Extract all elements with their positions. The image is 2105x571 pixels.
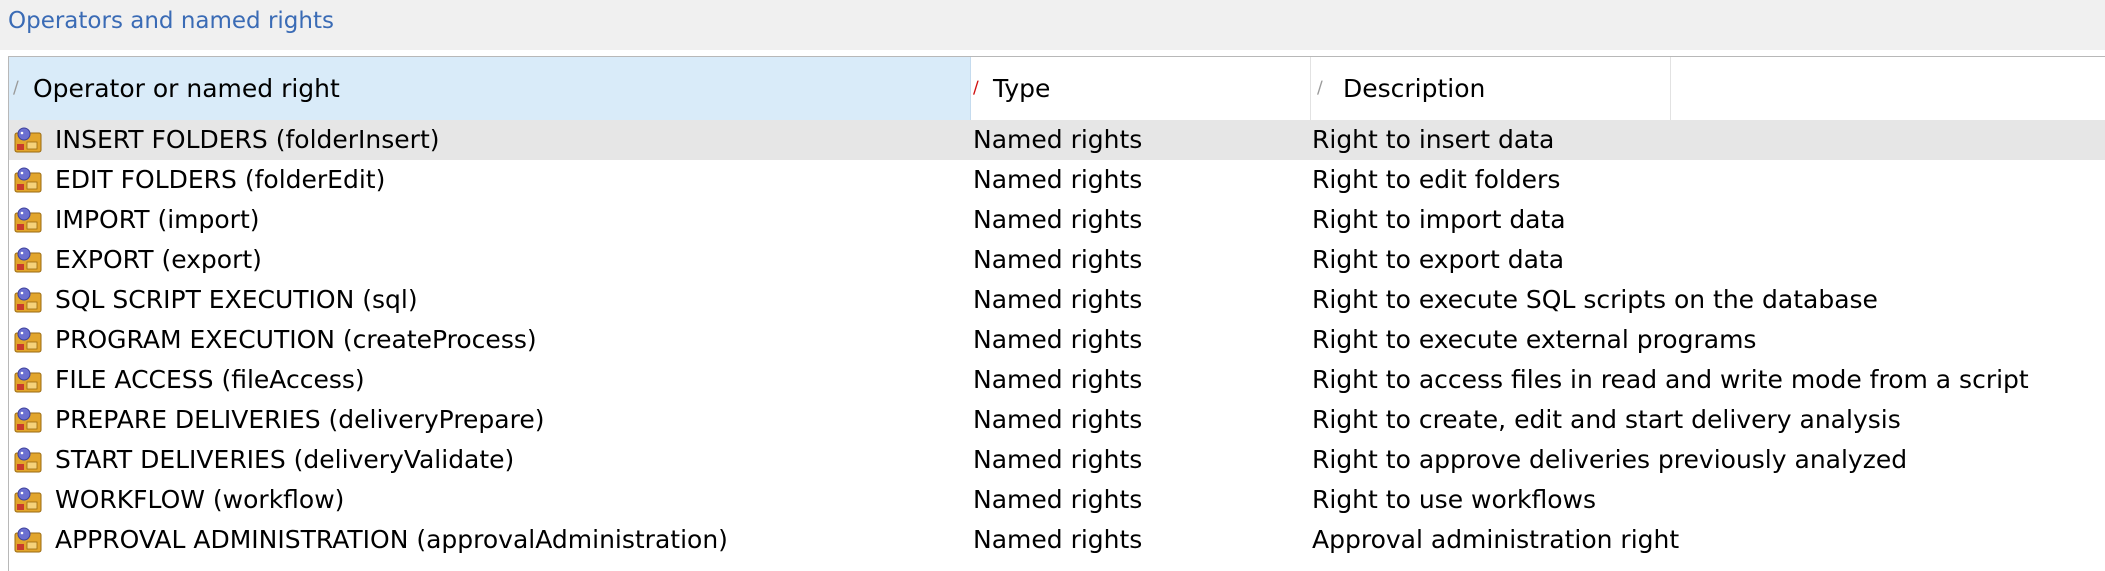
column-header-label: Operator or named right — [33, 74, 340, 103]
column-header-operator[interactable]: ∕ Operator or named right — [9, 57, 971, 120]
row-type: Named rights — [973, 445, 1143, 474]
row-description: Right to approve deliveries previously a… — [1312, 445, 1908, 474]
row-description: Right to create, edit and start delivery… — [1312, 405, 1901, 434]
named-right-icon — [14, 287, 42, 313]
row-type: Named rights — [973, 405, 1143, 434]
table-row[interactable]: WORKFLOW (workflow) Named rights Right t… — [9, 480, 2105, 520]
named-right-icon — [14, 247, 42, 273]
column-header-label: Description — [1343, 74, 1486, 103]
named-right-icon — [14, 327, 42, 353]
row-name: PROGRAM EXECUTION (createProcess) — [55, 325, 537, 354]
row-description: Right to access files in read and write … — [1312, 365, 2029, 394]
named-right-icon — [14, 447, 42, 473]
named-right-icon — [14, 207, 42, 233]
row-name: PREPARE DELIVERIES (deliveryPrepare) — [55, 405, 545, 434]
row-type: Named rights — [973, 125, 1143, 154]
table-row[interactable]: IMPORT (import) Named rights Right to im… — [9, 200, 2105, 240]
row-name: EDIT FOLDERS (folderEdit) — [55, 165, 386, 194]
row-name: FILE ACCESS (fileAccess) — [55, 365, 365, 394]
row-description: Right to execute SQL scripts on the data… — [1312, 285, 1878, 314]
panel-title: Operators and named rights — [8, 8, 334, 34]
table-row[interactable]: EDIT FOLDERS (folderEdit) Named rights R… — [9, 160, 2105, 200]
row-name: APPROVAL ADMINISTRATION (approvalAdminis… — [55, 525, 728, 554]
sort-indicator-icon: ∕ — [1317, 78, 1323, 98]
row-type: Named rights — [973, 365, 1143, 394]
rights-grid[interactable]: ∕ Operator or named right ∕ Type ∕ Descr… — [8, 56, 2105, 571]
table-row[interactable]: START DELIVERIES (deliveryValidate) Name… — [9, 440, 2105, 480]
table-row[interactable]: APPROVAL ADMINISTRATION (approvalAdminis… — [9, 520, 2105, 560]
table-row[interactable]: PROGRAM EXECUTION (createProcess) Named … — [9, 320, 2105, 360]
table-row[interactable]: INSERT FOLDERS (folderInsert) Named righ… — [9, 120, 2105, 160]
row-name: IMPORT (import) — [55, 205, 260, 234]
table-row[interactable]: FILE ACCESS (fileAccess) Named rights Ri… — [9, 360, 2105, 400]
row-description: Right to insert data — [1312, 125, 1555, 154]
row-description: Right to edit folders — [1312, 165, 1561, 194]
named-right-icon — [14, 407, 42, 433]
row-name: EXPORT (export) — [55, 245, 262, 274]
row-description: Right to import data — [1312, 205, 1566, 234]
table-row[interactable]: PREPARE DELIVERIES (deliveryPrepare) Nam… — [9, 400, 2105, 440]
row-name: INSERT FOLDERS (folderInsert) — [55, 125, 440, 154]
row-description: Approval administration right — [1312, 525, 1680, 554]
named-right-icon — [14, 127, 42, 153]
row-type: Named rights — [973, 485, 1143, 514]
row-description: Right to export data — [1312, 245, 1565, 274]
sort-indicator-icon: ∕ — [13, 78, 19, 98]
named-right-icon — [14, 167, 42, 193]
grid-header: ∕ Operator or named right ∕ Type ∕ Descr… — [9, 57, 2105, 121]
row-type: Named rights — [973, 165, 1143, 194]
row-type: Named rights — [973, 325, 1143, 354]
column-header-description[interactable]: ∕ Description — [1311, 57, 1671, 120]
row-type: Named rights — [973, 285, 1143, 314]
column-header-label: Type — [993, 74, 1051, 103]
row-name: SQL SCRIPT EXECUTION (sql) — [55, 285, 418, 314]
column-header-empty — [1671, 57, 2105, 120]
panel-header: Operators and named rights — [0, 0, 2105, 50]
named-right-icon — [14, 487, 42, 513]
sort-indicator-icon: ∕ — [973, 78, 979, 98]
row-type: Named rights — [973, 245, 1143, 274]
row-name: START DELIVERIES (deliveryValidate) — [55, 445, 515, 474]
row-type: Named rights — [973, 525, 1143, 554]
row-name: WORKFLOW (workflow) — [55, 485, 345, 514]
named-right-icon — [14, 367, 42, 393]
column-header-type[interactable]: ∕ Type — [971, 57, 1311, 120]
row-description: Right to execute external programs — [1312, 325, 1757, 354]
table-row[interactable]: EXPORT (export) Named rights Right to ex… — [9, 240, 2105, 280]
named-right-icon — [14, 527, 42, 553]
row-description: Right to use workflows — [1312, 485, 1597, 514]
row-type: Named rights — [973, 205, 1143, 234]
table-row[interactable]: SQL SCRIPT EXECUTION (sql) Named rights … — [9, 280, 2105, 320]
